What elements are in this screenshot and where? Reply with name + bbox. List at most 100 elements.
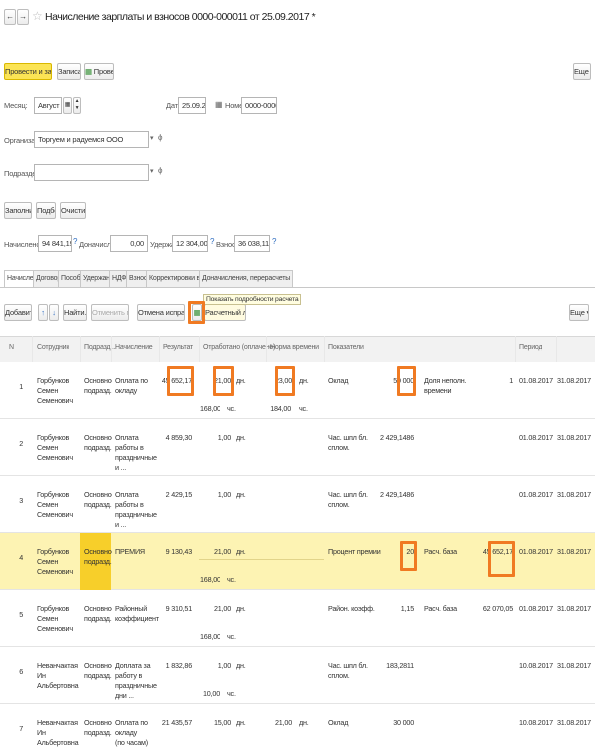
period-from-cell[interactable]: 10.08.2017 (519, 661, 557, 671)
indicator2-name-cell[interactable]: Расч. база (424, 547, 479, 557)
fill-button[interactable]: Заполнить ▾ (4, 202, 32, 219)
dept-cell[interactable]: Основное подразд... (84, 433, 112, 453)
employee-cell[interactable]: Горбунков Семен Семенович (37, 433, 81, 463)
period-from-cell[interactable]: 01.08.2017 (519, 376, 557, 386)
days-cell[interactable]: 21,00 (205, 604, 231, 614)
add-button[interactable]: Добавить (4, 304, 32, 321)
result-cell[interactable]: 1 832,86 (160, 661, 192, 671)
employee-cell[interactable]: Неванчактая Ин Альбертовна (37, 661, 81, 691)
days-cell[interactable]: 1,00 (205, 661, 231, 671)
days-cell[interactable]: 21,00 (205, 547, 231, 557)
contrib-info-icon[interactable]: ? (272, 237, 276, 246)
days-unit-cell[interactable]: дн. (236, 718, 248, 728)
row-number-cell[interactable]: 4 (9, 553, 23, 563)
days-unit-cell[interactable]: дн. (236, 490, 248, 500)
find-button[interactable]: Найти... (63, 304, 87, 321)
accrual-cell[interactable]: Районный коэффициент (115, 604, 159, 624)
period-to-cell[interactable]: 31.08.2017 (557, 547, 593, 557)
period-to-cell[interactable]: 31.08.2017 (557, 376, 593, 386)
accrual-cell[interactable]: Доплата за работу в праздничные дни ... (115, 661, 159, 701)
back-button[interactable]: ← (4, 9, 16, 25)
employee-cell[interactable]: Неванчактая Ин Альбертовна (37, 718, 81, 748)
indicator1-value-cell[interactable]: 1,15 (376, 604, 414, 614)
move-up-button[interactable]: ↑ (38, 304, 48, 321)
employee-cell[interactable]: Горбунков Семен Семенович (37, 547, 81, 577)
days-unit-cell[interactable]: дн. (236, 433, 248, 443)
withheld-info-icon[interactable]: ? (210, 237, 214, 246)
dept-cell[interactable]: Основное подразд... (84, 547, 112, 567)
dept-cell[interactable]: Основное подразд... (84, 718, 112, 738)
org-open-icon[interactable]: ϕ (158, 133, 162, 142)
indicator1-value-cell[interactable]: 2 429,1486 (376, 490, 414, 500)
accrued-info-icon[interactable]: ? (73, 237, 77, 246)
hours-cell[interactable]: 168,00 (200, 632, 220, 642)
dept-cell[interactable]: Основное подразд... (84, 661, 112, 681)
forward-button[interactable]: → (17, 9, 29, 25)
period-to-cell[interactable]: 31.08.2017 (557, 490, 593, 500)
result-cell[interactable]: 4 859,30 (160, 433, 192, 443)
period-from-cell[interactable]: 01.08.2017 (519, 433, 557, 443)
move-down-button[interactable]: ↓ (49, 304, 59, 321)
period-to-cell[interactable]: 31.08.2017 (557, 604, 593, 614)
row-number-cell[interactable]: 3 (9, 496, 23, 506)
norm-hours-unit-cell[interactable]: чс. (299, 404, 309, 414)
result-cell[interactable]: 2 429,15 (160, 490, 192, 500)
days-unit-cell[interactable]: дн. (236, 376, 248, 386)
days-cell[interactable]: 1,00 (205, 433, 231, 443)
accrual-cell[interactable]: ПРЕМИЯ (115, 547, 159, 557)
post-close-button[interactable]: Провести и закрыть (4, 63, 52, 80)
period-from-cell[interactable]: 10.08.2017 (519, 718, 557, 728)
period-from-cell[interactable]: 01.08.2017 (519, 547, 557, 557)
indicator2-name-cell[interactable]: Расч. база (424, 604, 479, 614)
hours-cell[interactable]: 168,00 (200, 575, 220, 585)
month-stepper[interactable]: ▲ ▼ (73, 97, 81, 114)
row-number-cell[interactable]: 7 (9, 724, 23, 734)
result-cell[interactable]: 9 310,51 (160, 604, 192, 614)
hours-unit-cell[interactable]: чс. (227, 632, 237, 642)
post-button[interactable]: ▦ Провести (84, 63, 114, 80)
save-button[interactable]: Записать (57, 63, 81, 80)
norm-days-unit-cell[interactable]: дн. (299, 718, 311, 728)
row-number-cell[interactable]: 6 (9, 667, 23, 677)
norm-days-cell[interactable]: 21,00 (268, 718, 292, 728)
month-field[interactable]: Август 2017 (34, 97, 62, 114)
employee-cell[interactable]: Горбунков Семен Семенович (37, 376, 81, 406)
result-cell[interactable]: 21 435,57 (160, 718, 192, 728)
period-to-cell[interactable]: 31.08.2017 (557, 433, 593, 443)
org-field[interactable]: Торгуем и радуемся ООО (34, 131, 149, 148)
indicator1-value-cell[interactable]: 2 429,1486 (376, 433, 414, 443)
period-from-cell[interactable]: 01.08.2017 (519, 604, 557, 614)
date-field[interactable]: 25.09.2017 (178, 97, 206, 114)
hours-cell[interactable]: 10,00 (200, 689, 220, 699)
dept-open-icon[interactable]: ϕ (158, 166, 162, 175)
days-cell[interactable]: 15,00 (205, 718, 231, 728)
indicator1-value-cell[interactable]: 183,2811 (376, 661, 414, 671)
tab-recalculations[interactable]: Доначисления, перерасчеты (199, 270, 294, 287)
days-cell[interactable]: 1,00 (205, 490, 231, 500)
accrual-cell[interactable]: Оплата по окладу (по часам) (115, 718, 159, 748)
grid-more-button[interactable]: Еще ▾ (569, 304, 589, 321)
select-button[interactable]: Подбор (36, 202, 56, 219)
dept-cell[interactable]: Основное подразд... (84, 604, 112, 624)
norm-days-unit-cell[interactable]: дн. (299, 376, 311, 386)
indicator2-name-cell[interactable]: Доля неполн. времени (424, 376, 479, 396)
indicator2-value-cell[interactable]: 62 070,05 (478, 604, 513, 614)
row-number-cell[interactable]: 5 (9, 610, 23, 620)
employee-cell[interactable]: Горбунков Семен Семенович (37, 490, 81, 520)
row-number-cell[interactable]: 1 (9, 382, 23, 392)
calc-sheet-button[interactable]: Расчетный листок (204, 304, 246, 321)
accrual-cell[interactable]: Оплата работы в праздничные и ... (115, 490, 159, 530)
indicator1-value-cell[interactable]: 30 000 (376, 718, 414, 728)
days-unit-cell[interactable]: дн. (236, 604, 248, 614)
org-dropdown-icon[interactable]: ▾ (150, 134, 154, 142)
accrual-cell[interactable]: Оплата по окладу (115, 376, 159, 396)
days-unit-cell[interactable]: дн. (236, 661, 248, 671)
star-icon[interactable]: ☆ (32, 9, 43, 23)
indicator2-value-cell[interactable]: 1 (478, 376, 513, 386)
employee-cell[interactable]: Горбунков Семен Семенович (37, 604, 81, 634)
date-calendar-icon[interactable]: ▦ (215, 100, 223, 109)
dept-cell[interactable]: Основное подразд... (84, 376, 112, 396)
accrual-cell[interactable]: Оплата работы в праздничные и ... (115, 433, 159, 473)
number-field[interactable]: 0000-000011 (241, 97, 277, 114)
dept-field[interactable] (34, 164, 149, 181)
